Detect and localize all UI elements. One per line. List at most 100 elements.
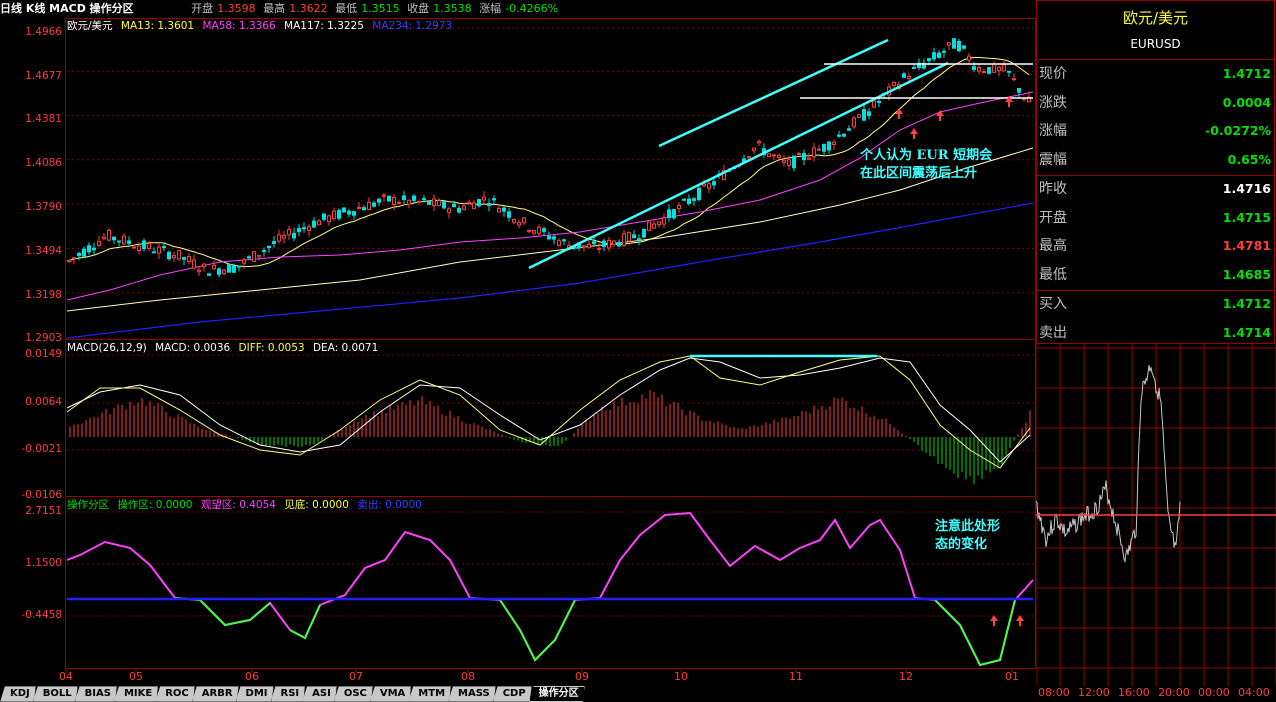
quote-row: 涨跌 0.0004 <box>1037 89 1274 117</box>
candle-body <box>602 240 606 248</box>
candle-body <box>112 236 116 241</box>
candle-body <box>812 147 816 158</box>
candle-body <box>802 152 806 161</box>
tab-osc[interactable]: OSC <box>334 686 373 702</box>
quote-row: 最高 1.4781 <box>1037 232 1274 260</box>
zone-line-watch <box>66 511 1034 667</box>
candle-body <box>997 66 1001 71</box>
tab-bias[interactable]: BIAS <box>75 686 117 702</box>
quote-value: 1.4716 <box>1222 181 1271 196</box>
tab-rsi[interactable]: RSI <box>271 686 306 702</box>
quote-row: 最低 1.4685 <box>1037 261 1274 289</box>
candle-body <box>552 236 556 240</box>
dea-value: DEA: 0.0071 <box>312 342 379 354</box>
candle-body <box>207 273 211 276</box>
candle-body <box>307 226 311 232</box>
intraday-chart[interactable] <box>1036 344 1276 686</box>
tab-mass[interactable]: MASS <box>448 686 496 702</box>
quote-label: 涨幅 <box>1039 123 1067 139</box>
candle-body <box>377 198 381 203</box>
x-axis-tick: 01 <box>1005 670 1019 683</box>
candle-body <box>637 238 641 241</box>
candle-body <box>437 200 441 207</box>
tab-dmi[interactable]: DMI <box>236 686 274 702</box>
up-arrow-marker <box>895 108 903 119</box>
tab-arbr[interactable]: ARBR <box>192 686 239 702</box>
candle-body <box>452 203 456 208</box>
x-axis-tick: 12 <box>899 670 913 683</box>
candle-body <box>587 243 591 249</box>
zone-annotation-line2: 态的变化 <box>935 537 988 552</box>
legend-ma58: MA58: 1.3366 <box>202 20 276 32</box>
candle-body <box>397 201 401 204</box>
tab-asi[interactable]: ASI <box>302 686 337 702</box>
candle-body <box>142 240 146 250</box>
candle-body <box>512 218 516 223</box>
tab-boll[interactable]: BOLL <box>33 686 78 702</box>
quote-row: 涨幅 -0.0272% <box>1037 117 1274 145</box>
x-axis-tick: 09 <box>575 670 589 683</box>
quote-name: 欧元/美元 <box>1122 9 1189 27</box>
quote-row: 震幅 0.65% <box>1037 146 1274 174</box>
zone-panel-frame <box>65 496 1036 669</box>
dea-line <box>66 357 1031 463</box>
candle-body <box>337 209 341 219</box>
candle-body <box>472 202 476 210</box>
zone-y-tick: 2.7151 <box>25 505 62 517</box>
x-axis-tick: 06 <box>245 670 259 683</box>
candle-body <box>237 265 241 268</box>
candle-body <box>367 201 371 211</box>
candle-body <box>537 226 541 234</box>
main-y-tick: 1.3494 <box>25 245 62 257</box>
x-axis-tick: 08 <box>461 670 475 683</box>
candle-body <box>852 117 856 128</box>
intraday-time-label: 16:00 <box>1118 686 1150 699</box>
zone-line-op <box>499 599 576 662</box>
zone-y-tick: -0.4458 <box>21 609 62 621</box>
candle-body <box>492 198 496 201</box>
intraday-time-label: 08:00 <box>1038 686 1070 699</box>
tab-操作分区[interactable]: 操作分区 <box>529 686 585 702</box>
candle-body <box>272 241 276 245</box>
quote-row: 开盘 1.4715 <box>1037 204 1274 232</box>
candle-body <box>817 148 821 151</box>
candle-body <box>102 236 106 240</box>
candle-body <box>912 67 916 70</box>
candle-body <box>357 206 361 210</box>
candle-body <box>67 259 71 262</box>
legend-ma13: MA13: 1.3601 <box>120 20 195 32</box>
tab-kdj[interactable]: KDJ <box>0 686 36 702</box>
candle-body <box>832 141 836 146</box>
quote-value: 1.4714 <box>1222 324 1271 340</box>
tab-vma[interactable]: VMA <box>370 686 411 702</box>
candle-body <box>667 209 671 219</box>
ma58-line <box>66 91 1034 301</box>
tab-roc[interactable]: ROC <box>155 686 195 702</box>
candle-body <box>137 245 141 252</box>
zone-op: 操作区: 0.0000 <box>117 499 193 511</box>
candle-body <box>202 263 206 268</box>
zone-sell: 卖出: 0.0000 <box>357 499 422 511</box>
candle-body <box>592 241 596 245</box>
candle-body <box>217 268 221 275</box>
candle-body <box>527 229 531 232</box>
zone-line-op <box>934 599 1016 667</box>
candle-body <box>427 201 431 205</box>
candle-body <box>827 141 831 151</box>
candle-body <box>327 215 331 223</box>
diff-line <box>66 355 1031 469</box>
zone-indicator <box>66 511 1035 667</box>
zone-legend: 操作分区 操作区: 0.0000 观望区: 0.4054 见底: 0.0000 … <box>67 498 427 512</box>
candle-body <box>422 198 426 201</box>
candle-body <box>532 230 536 234</box>
candle-body <box>277 234 281 242</box>
candle-body <box>842 133 846 137</box>
main-annotation-line2: 在此区间震荡后上升 <box>860 166 978 181</box>
indicator-tabs: KDJ BOLL BIAS MIKE ROC ARBR DMI RSI ASI OSC VMA MTM… <box>0 686 582 701</box>
tab-cdp[interactable]: CDP <box>493 686 532 702</box>
candle-body <box>872 100 876 108</box>
candle-body <box>132 246 136 249</box>
zone-name: 操作分区 <box>67 499 109 511</box>
tab-mike[interactable]: MIKE <box>114 686 158 702</box>
tab-mtm[interactable]: MTM <box>408 686 451 702</box>
